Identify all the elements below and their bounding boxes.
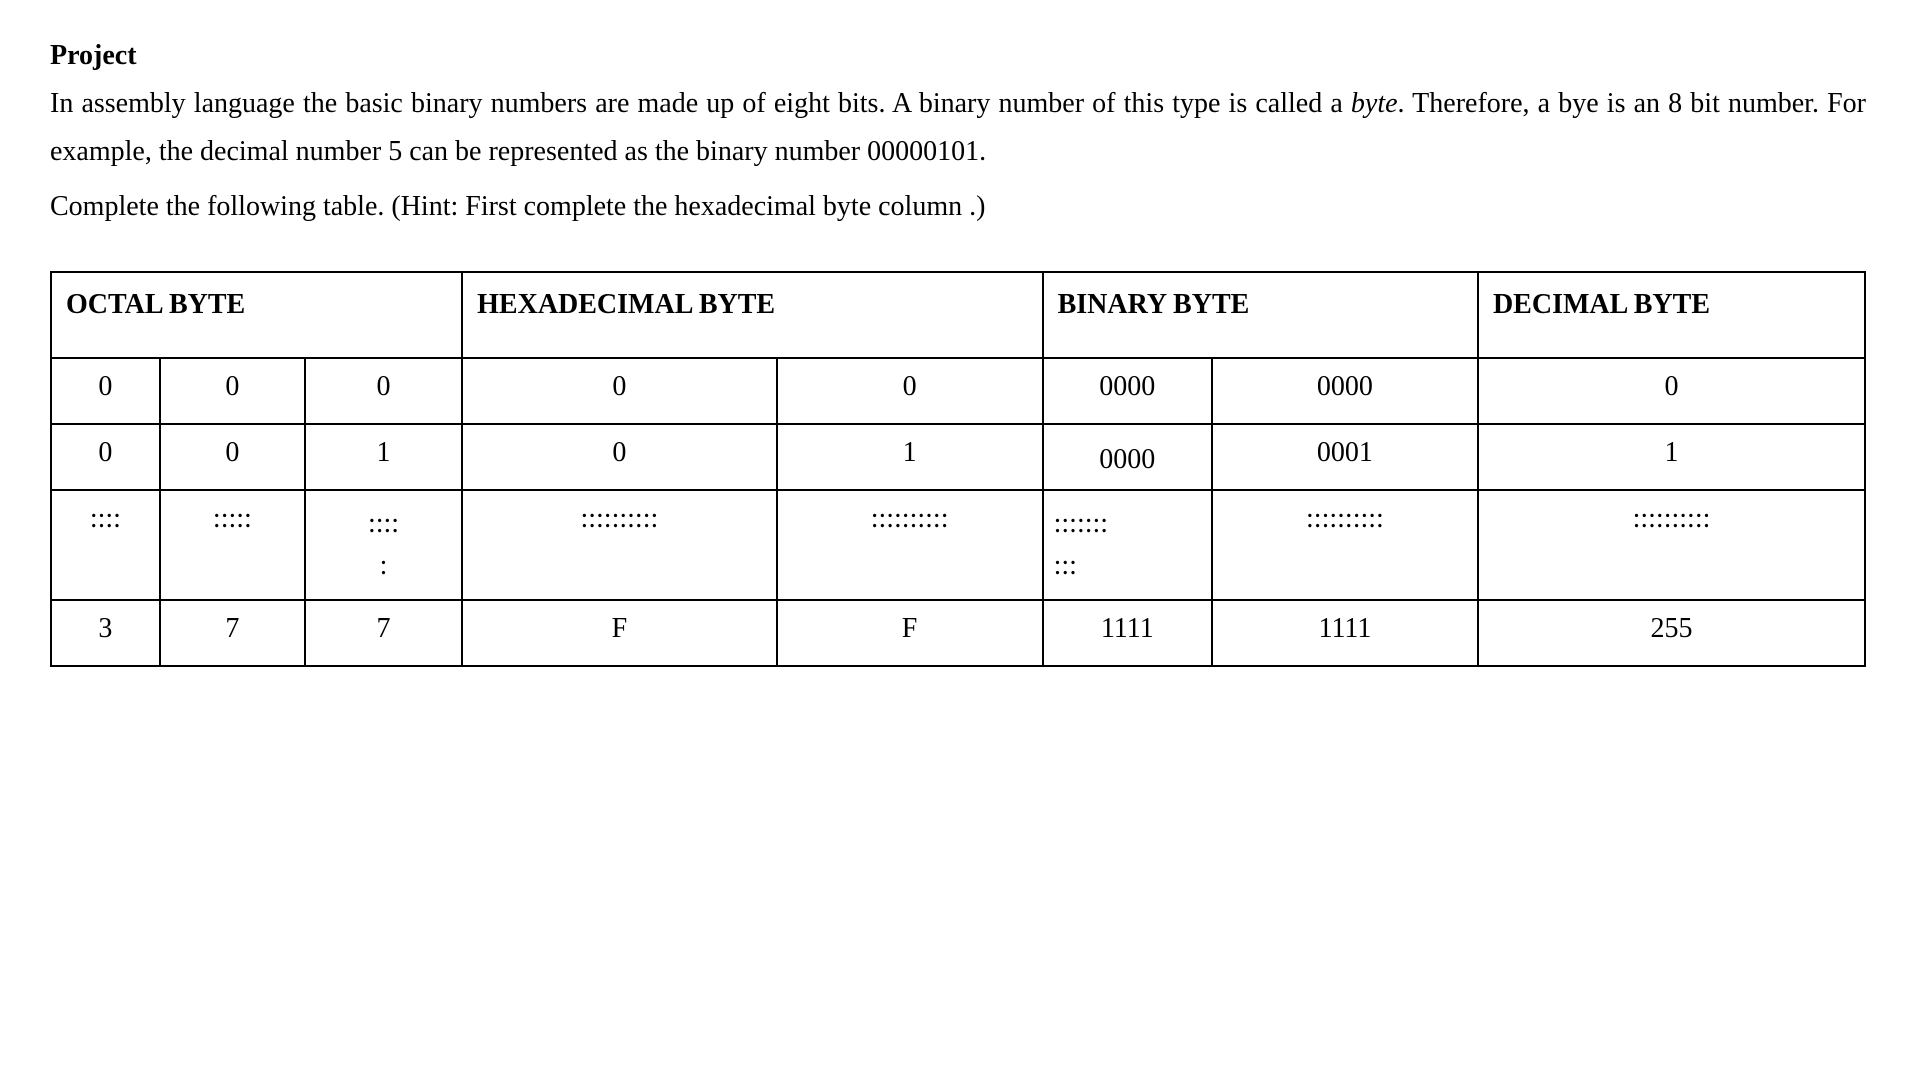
byte-table: OCTAL BYTE HEXADECIMAL BYTE BINARY BYTE … [50,271,1866,667]
cell-bin1: 0000 [1043,424,1212,490]
cell-hex2: F [777,600,1043,666]
cell-dec: 255 [1478,600,1865,666]
cell-hex1: 0 [462,358,776,424]
cell-oct2: 0 [160,358,305,424]
table-row: 0 0 0 0 0 0000 0000 0 [51,358,1865,424]
cell-oct3: 0 [305,358,462,424]
cell-hex1: :::::::::: [462,490,776,600]
cell-oct3: :::: : [305,490,462,600]
cell-hex1: 0 [462,424,776,490]
header-decimal: DECIMAL BYTE [1478,272,1865,358]
para1-italic: byte [1351,88,1398,119]
cell-dec: :::::::::: [1478,490,1865,600]
cell-oct3: 7 [305,600,462,666]
paragraph-2: Complete the following table. (Hint: Fir… [50,183,1866,231]
cell-hex2: :::::::::: [777,490,1043,600]
cell-oct2: ::::: [160,490,305,600]
cell-bin1: 0000 [1043,358,1212,424]
cell-oct2: 7 [160,600,305,666]
cell-bin2: 1111 [1212,600,1478,666]
cell-oct1: 0 [51,358,160,424]
project-heading: Project [50,40,1866,72]
paragraph-1: In assembly language the basic binary nu… [50,80,1866,175]
header-hex: HEXADECIMAL BYTE [462,272,1042,358]
cell-dec: 0 [1478,358,1865,424]
cell-dec: 1 [1478,424,1865,490]
table-row: 3 7 7 F F 1111 1111 255 [51,600,1865,666]
table-row-ellipsis: :::: ::::: :::: : :::::::::: :::::::::: … [51,490,1865,600]
cell-bin1: 1111 [1043,600,1212,666]
table-row: 0 0 1 0 1 0000 0001 1 [51,424,1865,490]
cell-oct1: 0 [51,424,160,490]
cell-hex2: 0 [777,358,1043,424]
cell-oct3: 1 [305,424,462,490]
header-octal: OCTAL BYTE [51,272,462,358]
header-binary: BINARY BYTE [1043,272,1478,358]
cell-oct2: 0 [160,424,305,490]
cell-bin1: ::::::: ::: [1043,490,1212,600]
cell-hex2: 1 [777,424,1043,490]
para1-text-a: In assembly language the basic binary nu… [50,88,1351,119]
table-header-row: OCTAL BYTE HEXADECIMAL BYTE BINARY BYTE … [51,272,1865,358]
cell-bin2: :::::::::: [1212,490,1478,600]
cell-bin2: 0001 [1212,424,1478,490]
cell-bin2: 0000 [1212,358,1478,424]
cell-hex1: F [462,600,776,666]
cell-oct1: :::: [51,490,160,600]
cell-oct1: 3 [51,600,160,666]
